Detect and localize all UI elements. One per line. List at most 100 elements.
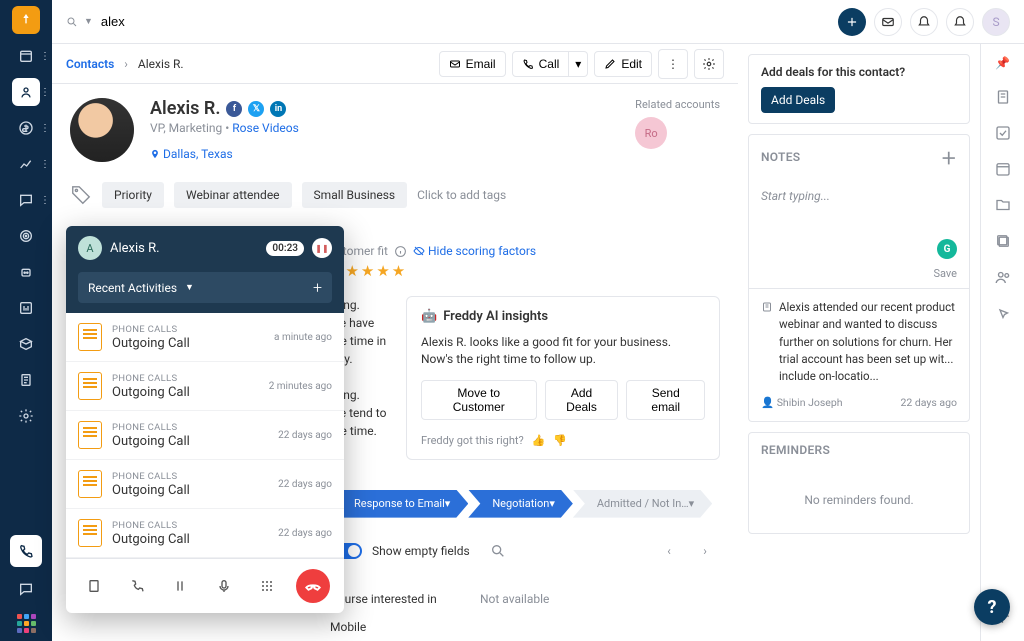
copy-icon[interactable]	[994, 232, 1012, 250]
notes-input[interactable]: Start typing...	[749, 179, 969, 239]
related-account-badge[interactable]: Ro	[635, 117, 667, 149]
global-search[interactable]: ▼	[66, 13, 279, 30]
edit-button[interactable]: Edit	[594, 51, 652, 77]
call-item[interactable]: PHONE CALLSOutgoing Call22 days ago	[66, 411, 344, 460]
nav-chat-icon[interactable]	[12, 186, 40, 214]
freddy-add-deals-button[interactable]: Add Deals	[545, 380, 619, 420]
call-pause-button[interactable]: ❚❚	[312, 238, 332, 258]
detail-mobile-label: Mobile	[330, 620, 480, 634]
search-fields-icon[interactable]	[490, 543, 506, 559]
add-note-icon[interactable]: ＋	[941, 145, 957, 169]
note-item[interactable]: Alexis attended our recent product webin…	[749, 288, 969, 421]
breadcrumb-root[interactable]: Contacts	[66, 57, 114, 71]
profile-avatar[interactable]: S	[982, 8, 1010, 36]
contact-company-link[interactable]: Rose Videos	[232, 121, 299, 135]
transfer-button[interactable]	[123, 572, 151, 600]
nav-deals-icon[interactable]	[12, 114, 40, 142]
tags-row: Priority Webinar attendee Small Business…	[70, 182, 720, 208]
call-item[interactable]: PHONE CALLSOutgoing Call22 days ago	[66, 509, 344, 558]
nav-settings-icon[interactable]	[12, 402, 40, 430]
freddy-feedback: Freddy got this right? 👍 👎	[421, 434, 705, 447]
chevron-down-icon[interactable]: ▼	[84, 16, 93, 27]
nav-contacts-icon[interactable]	[12, 78, 40, 106]
configure-button[interactable]	[694, 49, 724, 79]
tag-webinar[interactable]: Webinar attendee	[174, 182, 292, 208]
call-controls	[66, 558, 344, 613]
help-fab[interactable]: ?	[974, 589, 1010, 625]
nav-products-icon[interactable]	[12, 330, 40, 358]
call-timer: 00:23	[266, 241, 304, 256]
thumbs-up-icon[interactable]: 👍	[532, 434, 546, 447]
call-overlay: A Alexis R. 00:23 ❚❚ Recent Activities ▼…	[66, 226, 344, 613]
nav-reports-icon[interactable]	[12, 294, 40, 322]
nav-documents-icon[interactable]	[12, 366, 40, 394]
call-item[interactable]: PHONE CALLSOutgoing Calla minute ago	[66, 313, 344, 362]
nav-analytics-icon[interactable]	[12, 150, 40, 178]
note-time: 22 days ago	[900, 395, 957, 411]
add-activity-icon[interactable]: +	[313, 278, 322, 297]
thumbs-down-icon[interactable]: 👎	[553, 434, 567, 447]
contact-location[interactable]: Dallas, Texas	[150, 147, 233, 161]
reminders-panel: REMINDERS No reminders found.	[748, 432, 970, 534]
info-icon[interactable]	[394, 245, 407, 258]
search-input[interactable]	[99, 13, 279, 30]
mute-button[interactable]	[210, 572, 238, 600]
call-dropdown[interactable]: ▾	[569, 51, 588, 77]
notes-save-button[interactable]: Save	[933, 267, 957, 280]
nav-target-icon[interactable]	[12, 222, 40, 250]
notifications-button[interactable]	[946, 8, 974, 36]
app-logo-icon[interactable]	[12, 6, 40, 34]
more-button[interactable]: ⋮	[658, 49, 688, 79]
nav-bot-icon[interactable]	[12, 258, 40, 286]
right-column: Add deals for this contact? Add Deals NO…	[738, 44, 980, 641]
apps-launcher-icon[interactable]	[14, 611, 38, 635]
add-button[interactable]	[838, 8, 866, 36]
freddy-send-email-button[interactable]: Send email	[626, 380, 705, 420]
recent-activities-dropdown[interactable]: Recent Activities ▼ +	[78, 272, 332, 303]
grammarly-icon[interactable]: G	[937, 239, 957, 259]
linkedin-icon[interactable]: in	[270, 101, 286, 117]
right-rail: 📌 ＋	[980, 44, 1024, 641]
hide-scoring-link[interactable]: Hide scoring factors	[413, 244, 536, 258]
stage-negotiation[interactable]: Negotiation ▾	[468, 490, 573, 518]
envelope-icon	[449, 58, 461, 70]
call-item[interactable]: PHONE CALLSOutgoing Call22 days ago	[66, 460, 344, 509]
mail-button[interactable]	[874, 8, 902, 36]
nav-calendar-icon[interactable]	[12, 42, 40, 70]
add-deals-button[interactable]: Add Deals	[761, 87, 835, 113]
freddy-move-button[interactable]: Move to Customer	[421, 380, 537, 420]
phone-icon	[522, 58, 534, 70]
click-icon[interactable]	[994, 304, 1012, 322]
call-item[interactable]: PHONE CALLSOutgoing Call2 minutes ago	[66, 362, 344, 411]
facebook-icon[interactable]: f	[226, 101, 242, 117]
stage-response[interactable]: Response to Email ▾	[330, 490, 468, 518]
notes-button[interactable]	[80, 572, 108, 600]
email-button[interactable]: Email	[439, 51, 506, 77]
search-icon	[66, 16, 78, 28]
note-author: 👤 Shibin Joseph	[761, 395, 843, 411]
people-icon[interactable]	[994, 268, 1012, 286]
call-avatar: A	[78, 236, 102, 260]
checkbox-icon[interactable]	[994, 124, 1012, 142]
call-button[interactable]: Call	[512, 51, 570, 77]
related-accounts: Related accounts Ro	[635, 98, 720, 149]
next-page-icon[interactable]: ›	[690, 536, 720, 566]
hold-button[interactable]	[166, 572, 194, 600]
hangup-button[interactable]	[296, 569, 330, 603]
alerts-button[interactable]	[910, 8, 938, 36]
add-tag-link[interactable]: Click to add tags	[417, 188, 506, 202]
prev-page-icon[interactable]: ‹	[654, 536, 684, 566]
nav-phone-icon[interactable]	[10, 535, 42, 567]
call-log-icon	[78, 519, 102, 547]
stage-admitted[interactable]: Admitted / Not In… ▾	[573, 490, 712, 518]
tag-small-business[interactable]: Small Business	[302, 182, 408, 208]
folder-icon[interactable]	[994, 196, 1012, 214]
twitter-icon[interactable]: 𝕏	[248, 101, 264, 117]
pin-icon[interactable]: 📌	[995, 56, 1010, 70]
freddy-card: 🤖 Freddy AI insights Alexis R. looks lik…	[406, 296, 720, 460]
keypad-button[interactable]	[253, 572, 281, 600]
tag-priority[interactable]: Priority	[102, 182, 164, 208]
calendar-icon[interactable]	[994, 160, 1012, 178]
document-icon[interactable]	[994, 88, 1012, 106]
nav-inbox-icon[interactable]	[12, 575, 40, 603]
